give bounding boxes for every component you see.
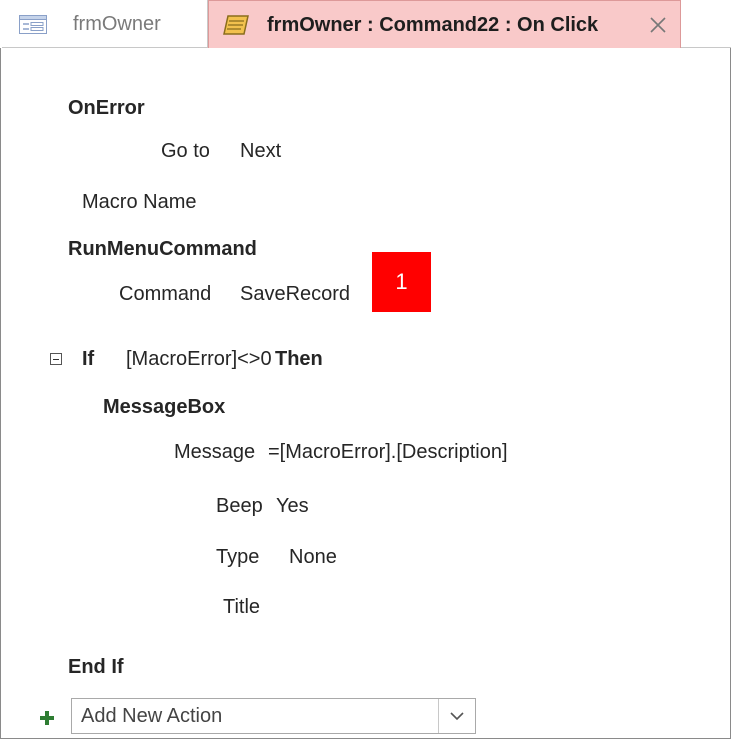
argument-value-beep[interactable]: Yes (276, 495, 309, 518)
then-keyword: Then (275, 348, 323, 370)
document-tab-bar: frmOwner frmOwner : Command22 : On Click (0, 0, 731, 48)
form-icon (19, 15, 47, 34)
argument-value-command[interactable]: SaveRecord (240, 283, 350, 306)
argument-value-goto[interactable]: Next (240, 140, 281, 163)
tab-label: frmOwner (73, 13, 161, 35)
argument-label-message: Message (174, 441, 256, 463)
tab-label: frmOwner : Command22 : On Click (267, 14, 599, 36)
tab-frmOwner[interactable]: frmOwner (2, 0, 208, 48)
tab-bar-divider (681, 47, 731, 48)
argument-label-goto: Go to (161, 140, 210, 162)
add-new-action-select[interactable]: Add New Action (71, 698, 476, 734)
argument-label-command: Command (119, 283, 212, 305)
argument-label-macro-name: Macro Name (82, 191, 197, 213)
argument-value-type[interactable]: None (289, 546, 337, 569)
argument-label-title: Title (223, 596, 261, 618)
argument-value-message[interactable]: =[MacroError].[Description] (268, 441, 508, 464)
callout-badge: 1 (372, 252, 431, 312)
tab-macro-on-click[interactable]: frmOwner : Command22 : On Click (208, 0, 681, 48)
if-keyword: If (82, 348, 95, 370)
collapse-toggle-icon[interactable] (50, 353, 62, 365)
add-plus-icon[interactable] (39, 710, 55, 726)
argument-label-type: Type (216, 546, 260, 568)
macro-scroll-icon (223, 15, 249, 35)
close-icon[interactable] (649, 16, 667, 34)
end-if-keyword: End If (68, 656, 124, 678)
action-messagebox[interactable]: MessageBox (103, 396, 225, 419)
action-onerror[interactable]: OnError (68, 97, 145, 120)
chevron-down-icon (450, 712, 464, 721)
argument-label-beep: Beep (216, 495, 263, 517)
add-new-action-placeholder: Add New Action (81, 705, 223, 727)
if-condition[interactable]: [MacroError]<>0 (126, 348, 272, 371)
dropdown-button[interactable] (438, 699, 475, 733)
action-runmenucommand[interactable]: RunMenuCommand (68, 238, 257, 261)
